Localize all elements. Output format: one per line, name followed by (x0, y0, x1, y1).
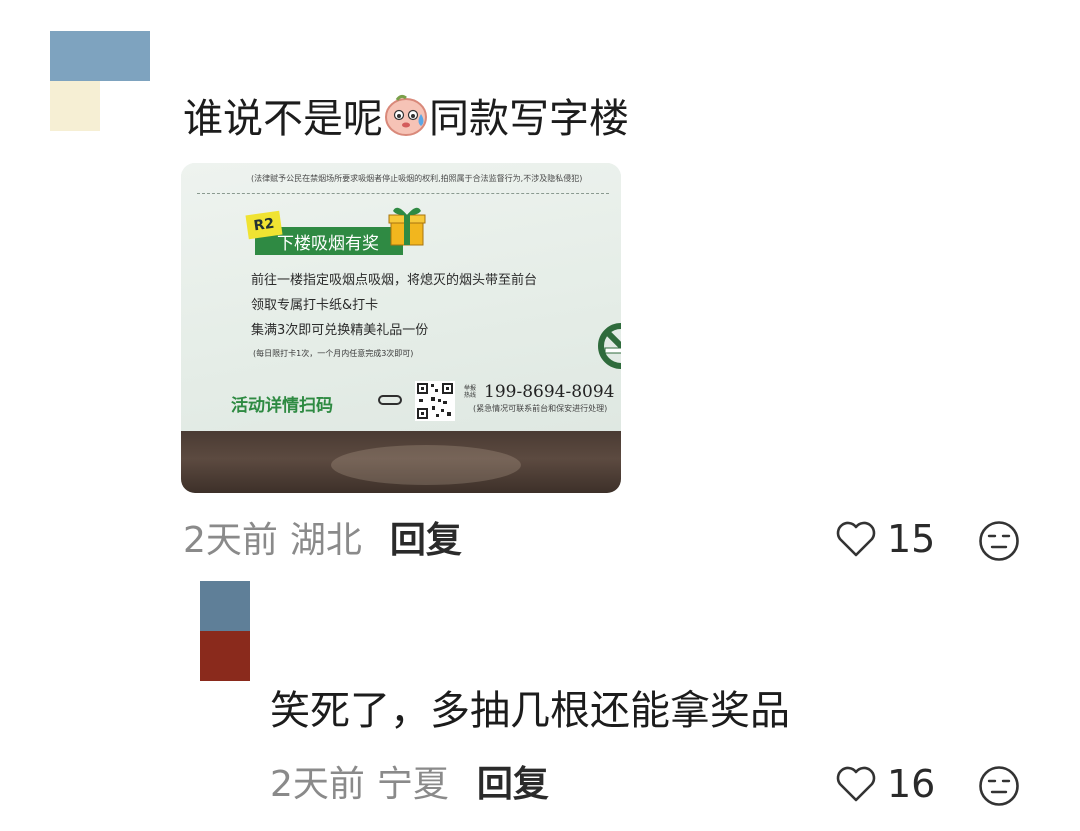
flyer-line: 集满3次即可兑换精美礼品一份 (251, 323, 429, 338)
qr-code-icon (415, 381, 455, 421)
avatar[interactable] (200, 581, 250, 681)
avatar-top-block (50, 31, 150, 81)
heart-outline-icon (836, 766, 876, 802)
arrow-pill-icon (378, 395, 402, 405)
comment-meta: 2天前 湖北 回复 (183, 523, 462, 559)
comment-text-part: 谁说不是呢 (183, 96, 383, 142)
like-button[interactable]: 16 (835, 765, 935, 803)
flyer-urgent-note: (紧急情况可联系前台和保安进行处理) (473, 404, 608, 413)
comment-text: 笑死了，多抽几根还能拿奖品 (270, 688, 790, 734)
comment-text: 谁说不是呢 同款写字楼 (183, 92, 629, 145)
sweating-face-emoji-icon (383, 92, 429, 145)
neutral-face-icon[interactable] (978, 520, 1020, 562)
comment-location: 宁夏 (376, 764, 449, 805)
flyer-hotline-label: 举报热线 (464, 385, 477, 399)
gift-box-icon (388, 207, 426, 246)
comment-meta: 2天前 宁夏 回复 (270, 767, 549, 803)
reply-button[interactable]: 回复 (390, 523, 462, 559)
flyer-line: 领取专属打卡纸&打卡 (251, 298, 379, 313)
comment-time: 2天前 (270, 764, 365, 805)
heart-outline-icon (836, 521, 876, 557)
avatar[interactable] (50, 31, 150, 131)
no-smoking-icon (598, 323, 621, 369)
comment-photo[interactable]: (法律赋予公民在禁烟场所要求吸烟者停止吸烟的权利,拍照属于合法监督行为,不涉及隐… (181, 163, 621, 493)
like-count: 15 (887, 517, 936, 561)
flyer-badge: R2 (245, 210, 283, 240)
comment-text-part: 同款写字楼 (429, 96, 629, 142)
like-count: 16 (887, 762, 936, 806)
table-reflection (331, 445, 521, 485)
neutral-face-icon[interactable] (978, 765, 1020, 807)
avatar-top-block (200, 581, 250, 631)
flyer-note: (每日限打卡1次，一个月内任意完成3次即可) (253, 349, 414, 358)
flyer-line: 前往一楼指定吸烟点吸烟，将熄灭的烟头带至前台 (251, 273, 538, 288)
flyer-divider (197, 193, 609, 194)
flyer-scan-label: 活动详情扫码 (231, 396, 333, 416)
comment-time: 2天前 (183, 520, 278, 561)
flyer-legal-note: (法律赋予公民在禁烟场所要求吸烟者停止吸烟的权利,拍照属于合法监督行为,不涉及隐… (251, 174, 583, 183)
avatar-bottom-block (200, 631, 250, 681)
comment-location: 湖北 (289, 520, 362, 561)
avatar-bottom-block (50, 81, 100, 131)
flyer-phone: 199-8694-8094 (484, 382, 615, 402)
like-button[interactable]: 15 (835, 520, 935, 558)
reply-button[interactable]: 回复 (477, 767, 549, 803)
